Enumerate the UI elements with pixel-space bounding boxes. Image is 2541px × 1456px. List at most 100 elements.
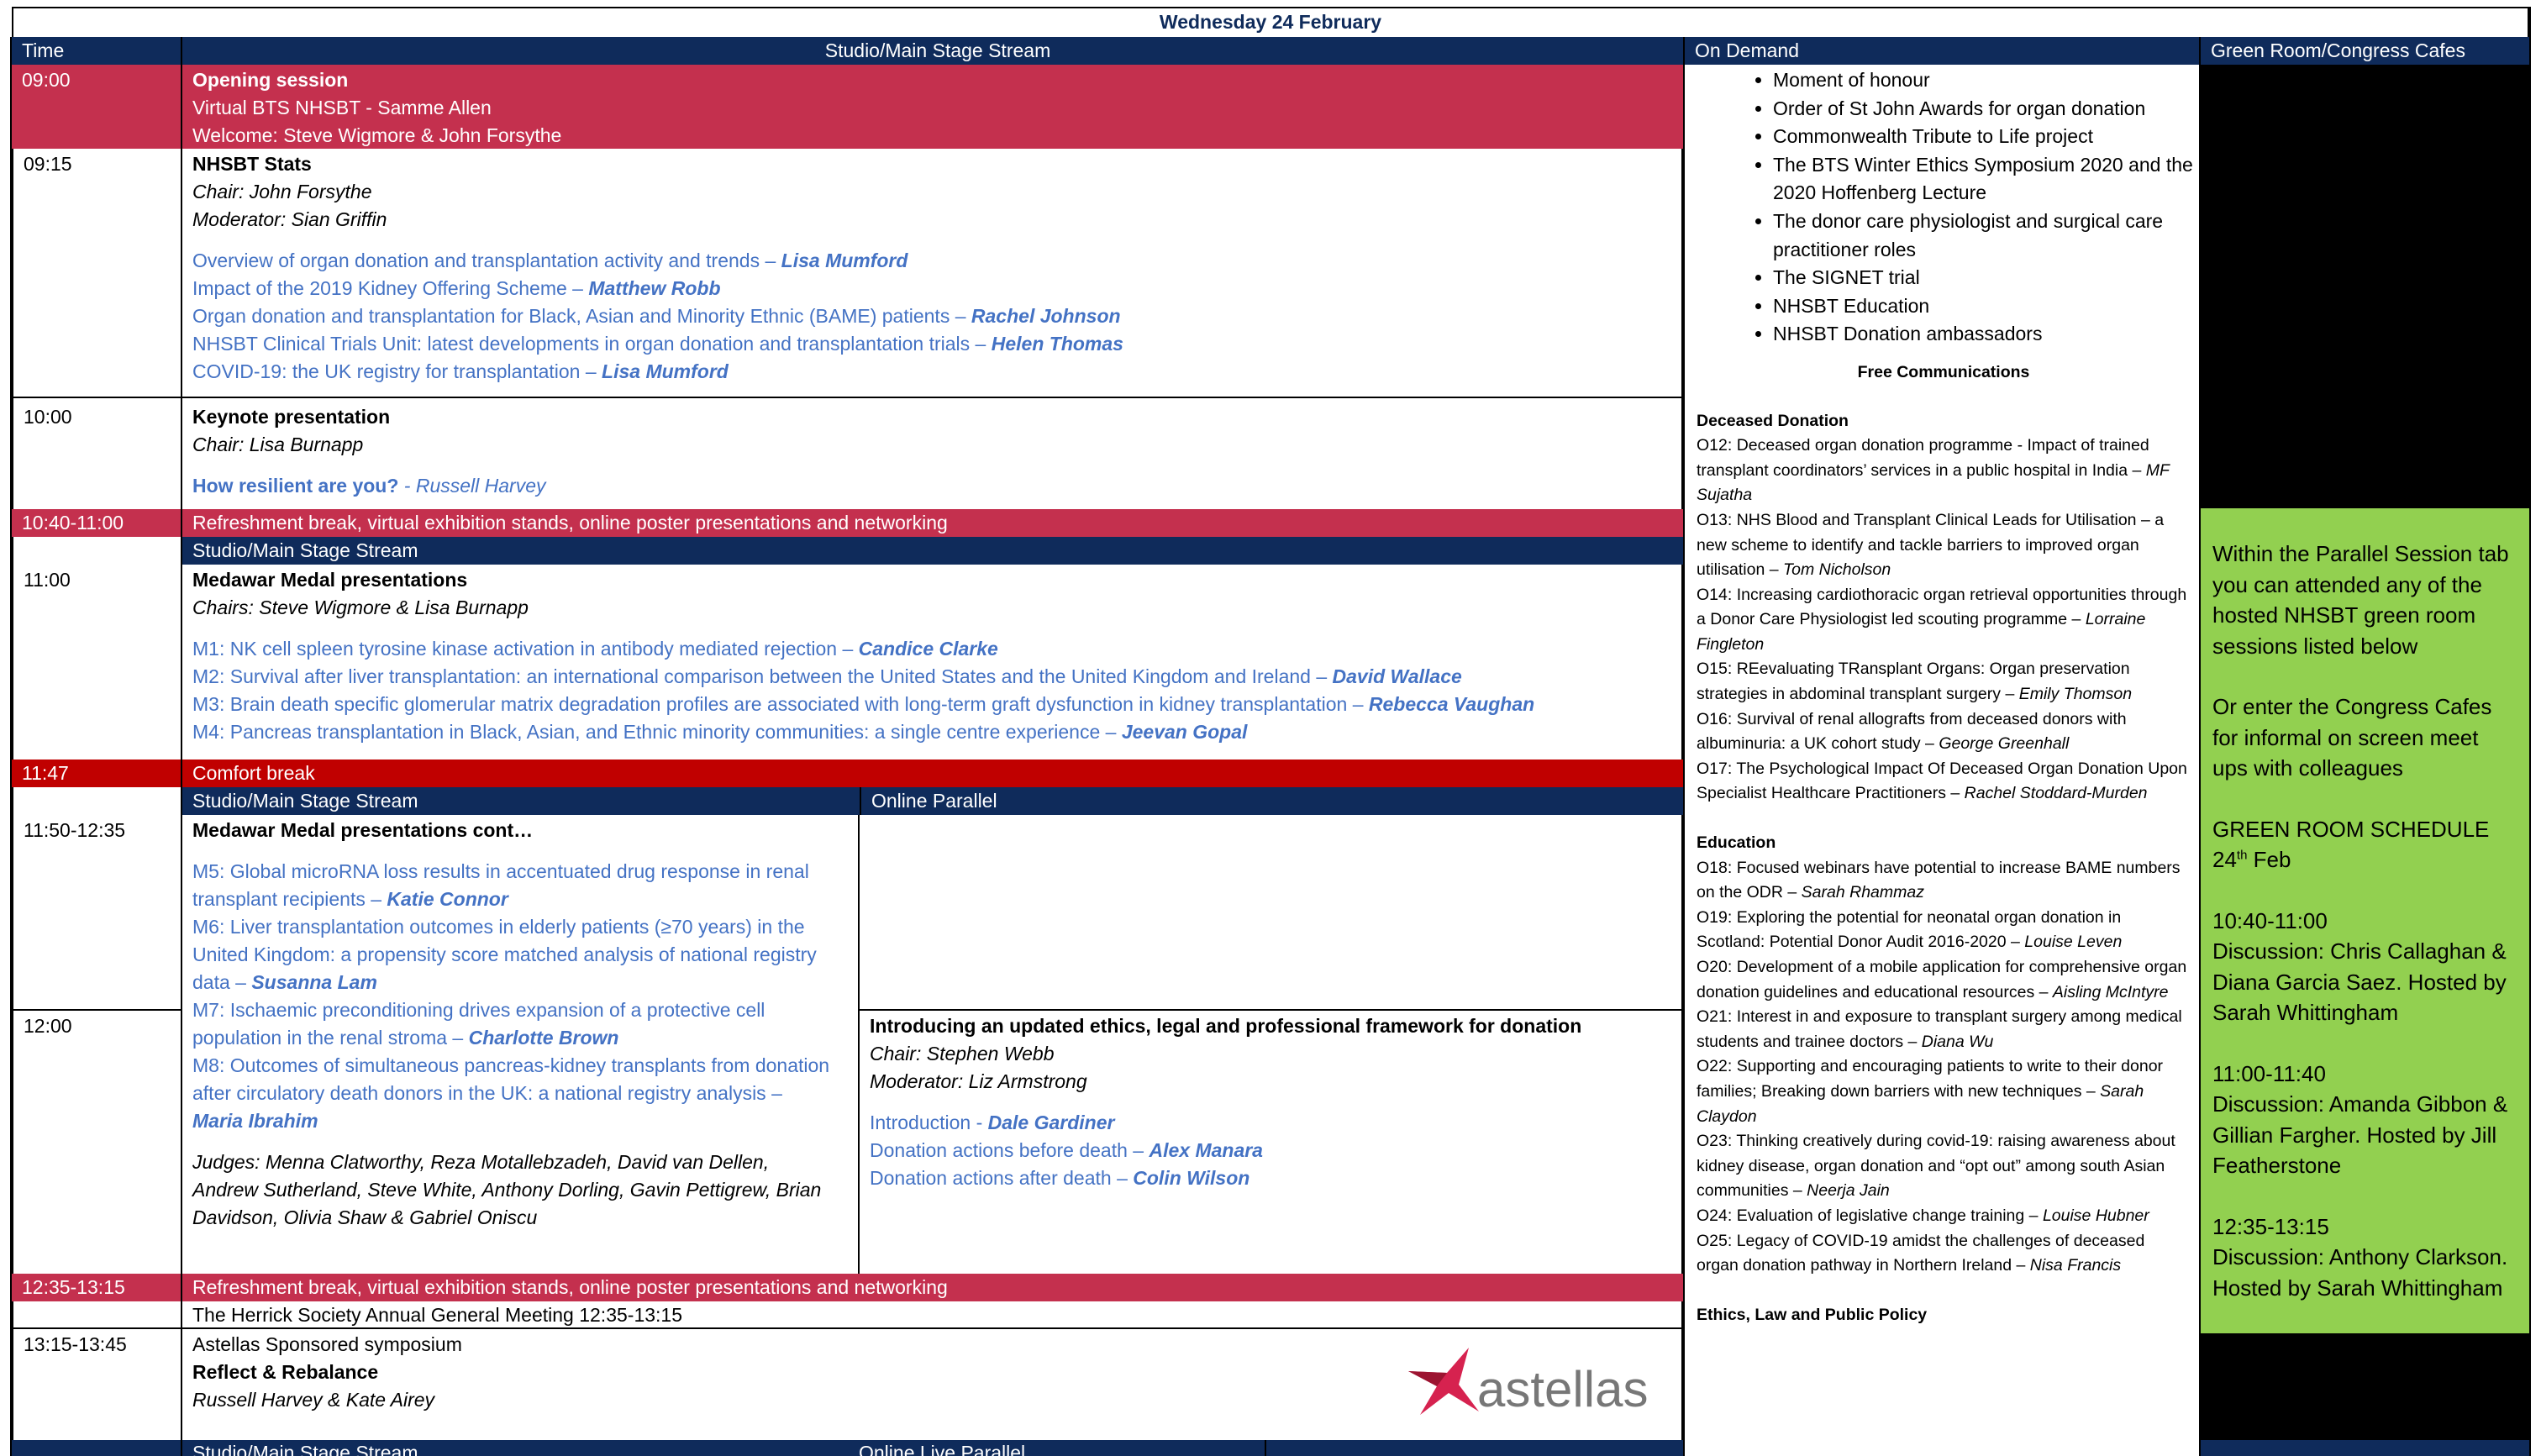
talk-item[interactable]: M8: Outcomes of simultaneous pancreas-ki… <box>192 1052 833 1135</box>
list-item[interactable]: O24: Evaluation of legislative change tr… <box>1697 1204 2191 1229</box>
list-item[interactable]: O19: Exploring the potential for neonata… <box>1697 906 2191 955</box>
green-room-s3-text[interactable]: Discussion: Anthony Clarkson. Hosted by … <box>2212 1242 2517 1303</box>
astellas-star-icon <box>1408 1348 1479 1415</box>
list-item[interactable]: The BTS Winter Ethics Symposium 2020 and… <box>1773 151 2199 208</box>
medawar2-time: 11:50-12:35 <box>12 815 181 1011</box>
bottom-header-studio: Studio/Main Stage Stream <box>181 1440 860 1456</box>
talk-item[interactable]: M4: Pancreas transplantation in Black, A… <box>192 718 1681 746</box>
green-room-s1-text[interactable]: Discussion: Chris Callaghan & Diana Garc… <box>2212 936 2517 1028</box>
keynote-chair: Chair: Lisa Burnapp <box>192 434 364 455</box>
nhsbt-moderator: Moderator: Sian Griffin <box>192 208 387 230</box>
break1-time: 10:40-11:00 <box>12 509 181 537</box>
medawar-title: Medawar Medal presentations <box>192 569 468 591</box>
talk-item[interactable]: Organ donation and transplantation for B… <box>192 302 1681 330</box>
list-item[interactable]: The SIGNET trial <box>1773 264 2199 292</box>
comfort-text: Comfort break <box>181 760 1683 787</box>
medawar2-title: Medawar Medal presentations cont… <box>192 819 534 841</box>
list-item[interactable]: Moment of honour <box>1773 66 2199 95</box>
table-left-border <box>10 37 12 1456</box>
break2-text: Refreshment break, virtual exhibition st… <box>181 1274 1683 1301</box>
medawar2-judges: Judges: Menna Clatworthy, Reza Motallebz… <box>192 1151 822 1228</box>
talk-item[interactable]: COVID-19: the UK registry for transplant… <box>192 358 1681 386</box>
nhsbt-talks: Overview of organ donation and transplan… <box>192 247 1681 386</box>
opening-line-2: Welcome: Steve Wigmore & John Forsythe <box>192 124 562 146</box>
header-online-parallel: Online Parallel <box>860 787 1683 815</box>
break1-text: Refreshment break, virtual exhibition st… <box>181 509 1683 537</box>
list-item[interactable]: O17: The Psychological Impact Of Decease… <box>1697 757 2191 807</box>
header-on-demand: On Demand <box>1683 37 2199 65</box>
green-room-cafes: Or enter the Congress Cafes for informal… <box>2212 694 2492 781</box>
green-room-date: 24th Feb <box>2212 847 2291 872</box>
talk-item[interactable]: M5: Global microRNA loss results in acce… <box>192 858 833 913</box>
list-item[interactable]: O15: REevaluating TRansplant Organs: Org… <box>1697 657 2191 707</box>
talk-item[interactable]: M7: Ischaemic preconditioning drives exp… <box>192 996 833 1052</box>
opening-time: 09:00 <box>12 65 181 149</box>
list-item[interactable]: O23: Thinking creatively during covid-19… <box>1697 1129 2191 1204</box>
medawar2-talks: M5: Global microRNA loss results in acce… <box>192 858 833 1135</box>
green-room-panel: Within the Parallel Session tab you can … <box>2199 508 2529 1333</box>
header-green-room: Green Room/Congress Cafes <box>2199 37 2529 65</box>
green-room-s2-text[interactable]: Discussion: Amanda Gibbon & Gillian Farg… <box>2212 1089 2517 1181</box>
keynote-title: Keynote presentation <box>192 406 391 428</box>
header-studio-3: Studio/Main Stage Stream <box>181 787 860 815</box>
list-item[interactable]: Commonwealth Tribute to Life project <box>1773 123 2199 151</box>
list-item[interactable]: O14: Increasing cardiothoracic organ ret… <box>1697 583 2191 658</box>
list-item[interactable]: O20: Development of a mobile application… <box>1697 955 2191 1005</box>
ethics-title: Introducing an updated ethics, legal and… <box>870 1015 1582 1037</box>
on-demand-column: Moment of honour Order of St John Awards… <box>1683 65 2199 1456</box>
education-title: Education <box>1697 833 1776 853</box>
ethics-session: Introducing an updated ethics, legal and… <box>860 1011 1683 1274</box>
ethics-chair: Chair: Stephen Webb <box>870 1043 1055 1064</box>
talk-item[interactable]: Donation actions after death – Colin Wil… <box>870 1164 1681 1192</box>
list-item[interactable]: O25: Legacy of COVID-19 amidst the chall… <box>1697 1229 2191 1279</box>
bottom-header-blank <box>1265 1440 1683 1456</box>
talk-item[interactable]: M3: Brain death specific glomerular matr… <box>192 691 1681 718</box>
table-right-border <box>2529 7 2531 1456</box>
online-parallel-empty <box>860 815 1683 1011</box>
talk-item[interactable]: Introduction - Dale Gardiner <box>870 1109 1681 1137</box>
talk-item[interactable]: M2: Survival after liver transplantation… <box>192 663 1681 691</box>
list-item[interactable]: Order of St John Awards for organ donati… <box>1773 95 2199 124</box>
nhsbt-time: 09:15 <box>12 149 181 398</box>
opening-title: Opening session <box>192 69 349 91</box>
list-item[interactable]: O16: Survival of renal allografts from d… <box>1697 707 2191 757</box>
herrick-agm: The Herrick Society Annual General Meeti… <box>181 1301 1683 1329</box>
keynote-session: Keynote presentation Chair: Lisa Burnapp… <box>181 398 1683 509</box>
list-item[interactable]: O22: Supporting and encouraging patients… <box>1697 1054 2191 1129</box>
fc-title: Free Communications <box>1857 362 2030 381</box>
medawar-chairs: Chairs: Steve Wigmore & Lisa Burnapp <box>192 597 529 618</box>
astellas-time: 13:15-13:45 <box>12 1329 181 1440</box>
blank-time-cell <box>12 537 181 565</box>
list-item[interactable]: The donor care physiologist and surgical… <box>1773 208 2199 264</box>
nhsbt-chair: Chair: John Forsythe <box>192 181 372 202</box>
talk-item[interactable]: M6: Liver transplantation outcomes in el… <box>192 913 833 996</box>
astellas-logo: astellas <box>1408 1344 1677 1420</box>
list-item[interactable]: NHSBT Education <box>1773 292 2199 321</box>
list-item[interactable]: O12: Deceased organ donation programme -… <box>1697 434 2191 508</box>
list-item[interactable]: O13: NHS Blood and Transplant Clinical L… <box>1697 508 2191 583</box>
green-room-s2-time: 11:00-11:40 <box>2212 1060 2326 1086</box>
on-demand-list: Moment of honour Order of St John Awards… <box>1685 65 2199 349</box>
talk-item[interactable]: NHSBT Clinical Trials Unit: latest devel… <box>192 330 1681 358</box>
bottom-time-cell <box>12 1440 181 1456</box>
opening-session: Opening session Virtual BTS NHSBT - Samm… <box>181 65 1683 149</box>
medawar-session: Medawar Medal presentations Chairs: Stev… <box>181 565 1683 760</box>
list-item[interactable]: O18: Focused webinars have potential to … <box>1697 856 2191 906</box>
keynote-talk[interactable]: How resilient are you? - Russell Harvey <box>192 472 1681 500</box>
education-list: O18: Focused webinars have potential to … <box>1697 856 2191 1279</box>
talk-item[interactable]: Overview of organ donation and transplan… <box>192 247 1681 275</box>
list-item[interactable]: NHSBT Donation ambassadors <box>1773 320 2199 349</box>
keynote-time: 10:00 <box>12 398 181 509</box>
header-studio-2: Studio/Main Stage Stream <box>181 537 1683 565</box>
opening-line-1: Virtual BTS NHSBT - Samme Allen <box>192 97 492 118</box>
ethics-talks: Introduction - Dale Gardiner Donation ac… <box>870 1109 1681 1192</box>
list-item[interactable]: O21: Interest in and exposure to transpl… <box>1697 1005 2191 1054</box>
nhsbt-title: NHSBT Stats <box>192 153 312 175</box>
green-room-bottom <box>2199 1333 2529 1440</box>
talk-item[interactable]: M1: NK cell spleen tyrosine kinase activ… <box>192 635 1681 663</box>
green-room-top <box>2199 65 2529 508</box>
talk-item[interactable]: Impact of the 2019 Kidney Offering Schem… <box>192 275 1681 302</box>
talk-item[interactable]: Donation actions before death – Alex Man… <box>870 1137 1681 1164</box>
break2-time: 12:35-13:15 <box>12 1274 181 1301</box>
medawar-time: 11:00 <box>12 565 181 760</box>
